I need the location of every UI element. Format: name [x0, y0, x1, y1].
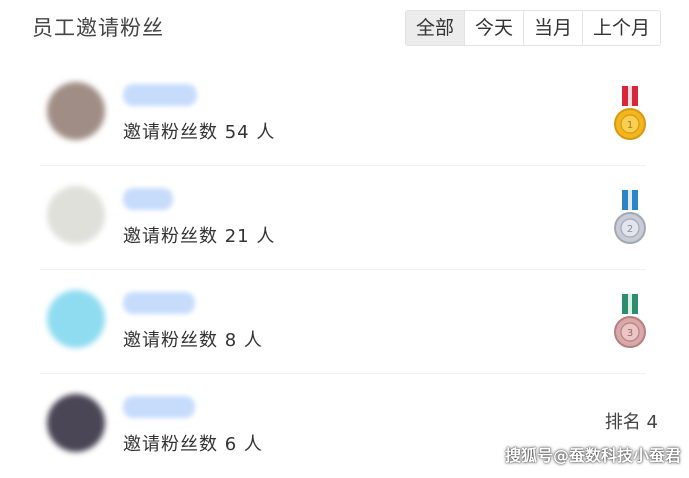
employee-name-blurred	[123, 292, 195, 314]
tab-today[interactable]: 今天	[464, 11, 524, 45]
list-item[interactable]: 邀请粉丝数 54 人 1	[28, 62, 658, 166]
tab-this-month[interactable]: 当月	[523, 11, 583, 45]
invite-count: 邀请粉丝数 6 人	[123, 434, 263, 455]
silver-medal-icon: 2	[614, 190, 646, 244]
list-item[interactable]: 邀请粉丝数 8 人 3	[28, 270, 658, 374]
time-filter-tabs: 全部 今天 当月 上个月	[405, 10, 662, 46]
tab-all[interactable]: 全部	[406, 11, 465, 45]
avatar	[47, 186, 105, 244]
svg-text:3: 3	[627, 328, 633, 339]
avatar	[47, 82, 105, 140]
svg-text:1: 1	[627, 120, 633, 131]
bronze-medal-icon: 3	[614, 294, 646, 348]
rank-label: 排名 4	[604, 412, 658, 433]
invite-count: 邀请粉丝数 54 人	[123, 122, 276, 143]
tab-last-month[interactable]: 上个月	[582, 11, 661, 45]
watermark: 搜狐号@蚕数科技小蚕君	[505, 446, 682, 465]
employee-name-blurred	[123, 84, 197, 106]
invite-count: 邀请粉丝数 8 人	[123, 330, 263, 351]
employee-name-blurred	[123, 188, 173, 210]
svg-text:2: 2	[627, 224, 633, 235]
header: 员工邀请粉丝 全部 今天 当月 上个月	[0, 0, 689, 56]
page-title: 员工邀请粉丝	[32, 16, 164, 40]
employee-name-blurred	[123, 396, 195, 418]
list-item[interactable]: 邀请粉丝数 21 人 2	[28, 166, 658, 270]
gold-medal-icon: 1	[614, 86, 646, 140]
invite-count: 邀请粉丝数 21 人	[123, 226, 276, 247]
avatar	[47, 394, 105, 452]
invite-ranking-list: 邀请粉丝数 54 人 1 邀请粉丝数 21 人 2 邀请粉丝数 8 人 3 邀请…	[28, 62, 658, 478]
avatar	[47, 290, 105, 348]
